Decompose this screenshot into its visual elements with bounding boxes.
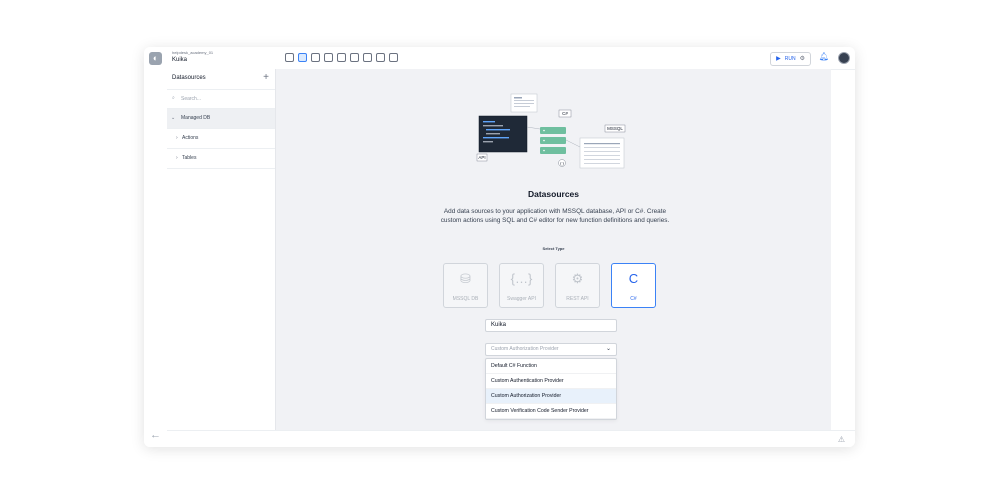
play-icon: ▶: [776, 56, 781, 62]
app-logo-icon[interactable]: ◐: [149, 52, 162, 65]
sidebar-header: Datasources +: [167, 69, 275, 90]
app-window: ◐ ← helpdesk_academy_01 Kuika ▶ RUN ⚙ 🔔︎…: [144, 47, 855, 447]
main-canvas: C# MSSQL API { } Datasources Add data so…: [276, 69, 831, 430]
search-icon: ⌕: [172, 95, 175, 101]
page-title: Datasources: [527, 189, 580, 199]
search-icon[interactable]: [324, 53, 333, 62]
chevron-icon[interactable]: ›: [176, 155, 178, 161]
chevron-down-icon: ⌄: [605, 346, 611, 352]
datasources-illustration: C# MSSQL API { }: [476, 93, 626, 169]
database-icon: ⛁: [460, 271, 471, 286]
sidebar-item-tables[interactable]: › Tables: [167, 149, 275, 169]
sidebar-search[interactable]: ⌕ Search...: [167, 90, 275, 109]
sidebar-title: Datasources: [172, 75, 206, 81]
type-card-mssql-db[interactable]: ⛁ MSSQL DB: [443, 263, 488, 308]
back-arrow-icon[interactable]: ←: [150, 429, 161, 441]
run-label: RUN: [784, 56, 796, 62]
illus-label-api: API: [478, 155, 485, 160]
avatar[interactable]: [838, 52, 850, 64]
bottom-bar: ⚠: [167, 430, 855, 447]
datasource-tree: ⌄ Managed DB › Actions › Tables: [167, 109, 275, 169]
datasources-icon[interactable]: [298, 53, 307, 62]
chevron-icon[interactable]: ›: [176, 135, 178, 141]
dropdown-option[interactable]: Custom Authorization Provider: [486, 389, 616, 404]
help-icon[interactable]: [389, 53, 398, 62]
search-input[interactable]: Search...: [181, 96, 201, 102]
type-card-swagger-api[interactable]: {…} Swagger API: [499, 263, 544, 308]
select-type-label: Select Type: [542, 246, 565, 251]
sidebar-item-label: Actions: [182, 135, 199, 141]
run-button[interactable]: ▶ RUN ⚙: [770, 52, 811, 66]
add-datasource-button[interactable]: +: [263, 72, 269, 83]
provider-dropdown: Default C# Function Custom Authentication…: [485, 358, 617, 420]
project-path: helpdesk_academy_01: [172, 50, 214, 55]
page-description: Add data sources to your application wit…: [440, 208, 670, 224]
api-gear-icon: ⚙: [571, 271, 584, 286]
project-info[interactable]: helpdesk_academy_01 Kuika: [172, 50, 214, 64]
datasource-name-input[interactable]: Kuika: [485, 319, 617, 332]
dropdown-option[interactable]: Custom Verification Code Sender Provider: [486, 404, 616, 419]
run-settings-icon[interactable]: ⚙: [800, 53, 805, 65]
swagger-icon: {…}: [510, 271, 533, 286]
dropdown-option[interactable]: Default C# Function: [486, 359, 616, 374]
type-card-label: C#: [630, 296, 637, 302]
chevron-icon[interactable]: ⌄: [171, 115, 175, 121]
provider-select-value: Custom Authorization Provider: [491, 346, 559, 352]
warning-icon[interactable]: ⚠: [838, 435, 845, 444]
type-card-label: Swagger API: [507, 296, 536, 302]
type-options: ⛁ MSSQL DB {…} Swagger API ⚙ REST API C C#: [443, 263, 656, 308]
export-icon[interactable]: [376, 53, 385, 62]
workflow-icon[interactable]: [311, 53, 320, 62]
type-card-c-[interactable]: C C#: [611, 263, 656, 308]
datasources-sidebar: Datasources + ⌕ Search... ⌄ Managed DB › Ac…: [167, 69, 276, 430]
top-bar: helpdesk_academy_01 Kuika ▶ RUN ⚙ 🔔︎: [167, 47, 855, 70]
provider-select[interactable]: Custom Authorization Provider ⌄: [485, 343, 617, 356]
type-card-label: REST API: [566, 296, 589, 302]
sidebar-item-managed-db[interactable]: ⌄ Managed DB: [167, 109, 275, 129]
code-icon[interactable]: [363, 53, 372, 62]
table-icon[interactable]: [337, 53, 346, 62]
sidebar-item-actions[interactable]: › Actions: [167, 129, 275, 149]
theme-icon[interactable]: [350, 53, 359, 62]
toolbar: [285, 53, 398, 62]
type-card-rest-api[interactable]: ⚙ REST API: [555, 263, 600, 308]
components-icon[interactable]: [285, 53, 294, 62]
illus-label-mssql: MSSQL: [607, 126, 623, 131]
type-card-label: MSSQL DB: [452, 296, 479, 302]
left-rail: ◐ ←: [144, 47, 168, 447]
project-name: Kuika: [172, 57, 188, 63]
sidebar-item-label: Managed DB: [181, 115, 211, 121]
sidebar-item-label: Tables: [182, 155, 197, 161]
illus-label-csharp: C#: [562, 111, 568, 116]
csharp-icon: C: [628, 271, 639, 286]
dropdown-option[interactable]: Custom Authentication Provider: [486, 374, 616, 389]
notification-icon[interactable]: 🔔︎: [819, 52, 829, 61]
